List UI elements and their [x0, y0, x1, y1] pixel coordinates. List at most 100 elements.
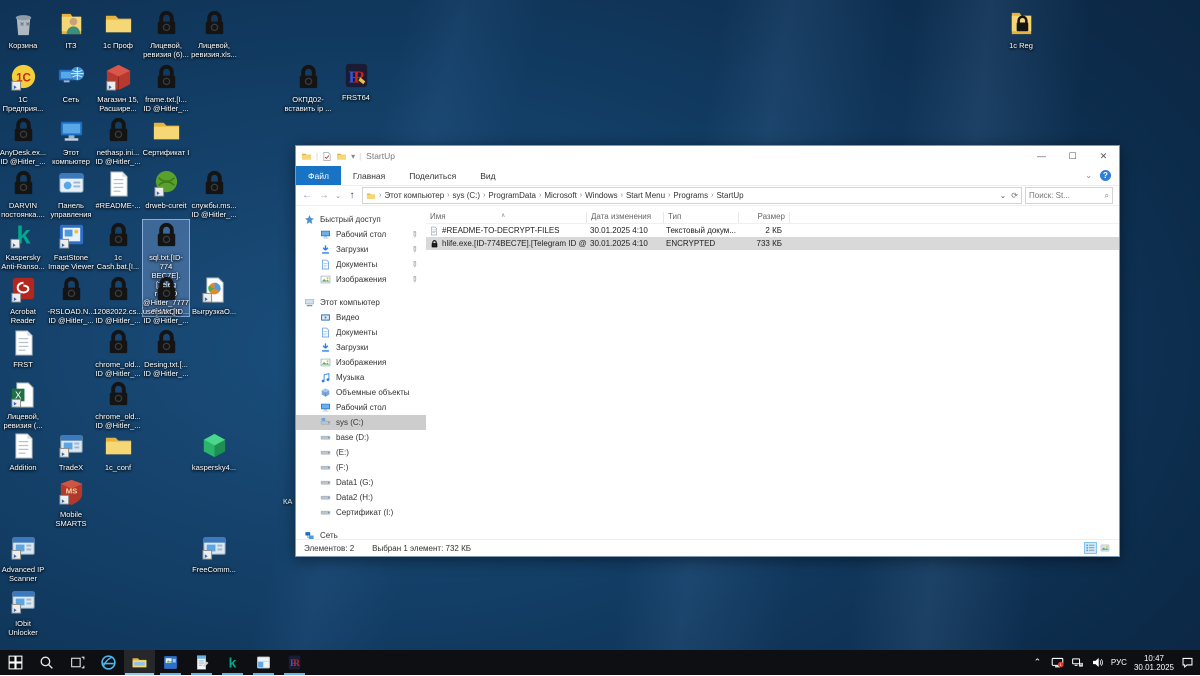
desktop-icon[interactable]: 1с Cash.bat.[I... — [95, 220, 141, 271]
desktop-icon[interactable]: ВыгрузкаО... — [191, 274, 237, 316]
nav-item-рабочий-стол[interactable]: Рабочий стол ✎ — [296, 227, 426, 242]
display-alert-icon[interactable]: 1 — [1051, 656, 1064, 669]
properties-button[interactable] — [322, 151, 332, 162]
breadcrumb-segment[interactable]: Этот компьютер — [384, 191, 444, 200]
desktop-icon[interactable]: Лицевой, ревизия (6)... — [143, 8, 189, 59]
desktop-icon[interactable]: 1С 1С Предприя... — [0, 62, 46, 113]
desktop-icon[interactable]: frame.txt.[I... ID @Hitler_... — [143, 62, 189, 113]
desktop-icon[interactable]: 12082022.cs... ID @Hitler_... — [93, 274, 143, 325]
desktop-icon[interactable]: IObit Unlocker — [0, 586, 46, 637]
breadcrumb-segment[interactable]: ProgramData — [488, 191, 536, 200]
taskbar-kaspersky-button[interactable]: k — [217, 650, 248, 675]
action-center-icon[interactable] — [1181, 656, 1194, 669]
column-header[interactable]: Дата изменения — [587, 212, 664, 223]
nav-item-base-d-[interactable]: base (D:) — [296, 430, 426, 445]
desktop-icon[interactable]: F R FRST64 — [333, 60, 379, 102]
desktop-icon[interactable]: nethasp.ini... ID @Hitler_... — [95, 115, 141, 166]
taskbar-search-button[interactable] — [31, 650, 62, 675]
desktop-icon[interactable]: chrome_old... ID @Hitler_... — [95, 327, 141, 378]
customize-qat-button[interactable]: ▾ — [351, 152, 355, 161]
breadcrumb-segment[interactable]: Windows — [585, 191, 617, 200]
breadcrumb-segment[interactable]: Programs — [673, 191, 708, 200]
desktop-icon[interactable]: drweb-cureit — [143, 168, 189, 210]
thumbnails-view-button[interactable] — [1099, 543, 1111, 553]
expand-ribbon-icon[interactable]: ⌄ — [1085, 171, 1092, 180]
title-bar[interactable]: | ▾ | StartUp — ☐ ✕ — [296, 146, 1119, 166]
nav-item-изображения[interactable]: Изображения — [296, 355, 426, 370]
language-indicator[interactable]: РУС — [1111, 658, 1127, 667]
taskbar-frst-button[interactable]: FR — [279, 650, 310, 675]
desktop-icon[interactable]: chrome_old... ID @Hitler_... — [95, 379, 141, 430]
desktop-icon[interactable]: AnyDesk.ex... ID @Hitler_... — [0, 115, 46, 166]
column-header[interactable]: Размер — [739, 212, 790, 223]
minimize-button[interactable]: — — [1026, 146, 1057, 166]
breadcrumb-segment[interactable]: Start Menu — [626, 191, 665, 200]
desktop-icon[interactable]: #README-... — [95, 168, 141, 210]
help-icon[interactable]: ? — [1100, 170, 1111, 181]
taskbar-file-explorer-button[interactable] — [124, 650, 155, 675]
desktop-icon[interactable]: MS Mobile SMARTS — [48, 477, 94, 528]
desktop-icon[interactable]: X Лицевой, ревизия (... — [0, 379, 46, 430]
desktop-icon[interactable]: DARVIN постоянка.... — [0, 168, 46, 219]
network-icon[interactable] — [1071, 656, 1084, 669]
ribbon-tab[interactable]: Главная — [341, 166, 397, 185]
new-folder-button[interactable] — [336, 151, 347, 162]
taskbar-file-commander-button[interactable] — [248, 650, 279, 675]
desktop-icon[interactable]: службы.ms... ID @Hitler_... — [191, 168, 237, 219]
address-dropdown-icon[interactable]: ⌄ — [1000, 191, 1007, 200]
refresh-icon[interactable]: ⟳ — [1011, 191, 1018, 200]
desktop-icon[interactable]: Лицевой, ревизия.xls... — [191, 8, 237, 59]
breadcrumb-segment[interactable]: Microsoft — [544, 191, 576, 200]
desktop-icon[interactable]: FRST — [0, 327, 46, 369]
desktop-icon[interactable]: Корзина — [0, 8, 46, 50]
nav-item-sys-c-[interactable]: sys (C:) — [296, 415, 426, 430]
recent-locations-icon[interactable]: ⌄ — [334, 192, 342, 200]
close-button[interactable]: ✕ — [1088, 146, 1119, 166]
taskbar-notepad-button[interactable] — [186, 650, 217, 675]
nav-item-видео[interactable]: Видео — [296, 310, 426, 325]
column-header[interactable]: Имя ∧ — [426, 212, 587, 223]
file-row[interactable]: hlife.exe.[ID-774BEC7E].[Telegram ID @Hi… — [426, 237, 1119, 250]
nav-item-сертификат-i-[interactable]: Сертификат (I:) — [296, 505, 426, 520]
hidden-icons-chevron[interactable]: ⌃ — [1031, 656, 1044, 669]
desktop-icon[interactable]: Advanced IP Scanner — [0, 532, 46, 583]
desktop-icon[interactable]: Магазин 15, Расшире... — [95, 62, 141, 113]
desktop-icon[interactable]: Панель управления — [48, 168, 94, 219]
desktop-icon[interactable]: FreeComm... — [191, 532, 237, 574]
volume-icon[interactable] — [1091, 656, 1104, 669]
desktop-icon[interactable]: Addition — [0, 430, 46, 472]
breadcrumb-segment[interactable]: sys (C:) — [453, 191, 481, 200]
up-button[interactable]: ↑ — [345, 190, 359, 201]
nav-item-документы[interactable]: Документы — [296, 325, 426, 340]
breadcrumb-segment[interactable]: StartUp — [716, 191, 743, 200]
desktop-icon[interactable]: Desing.txt.[... ID @Hitler_... — [143, 327, 189, 378]
desktop-icon[interactable]: k Kaspersky Anti-Ranso... — [0, 220, 46, 271]
taskbar-start-button[interactable] — [0, 650, 31, 675]
file-row[interactable]: #README-TO-DECRYPT-FILES 30.01.2025 4:10 Т… — [426, 224, 1119, 237]
desktop-icon[interactable]: users.txt.[ID... ID @Hitler_... — [143, 274, 189, 325]
clock[interactable]: 10:47 30.01.2025 — [1134, 654, 1174, 672]
desktop-icon[interactable]: ОКПД02- вставить ip ... — [285, 62, 331, 113]
nav-item--f-[interactable]: (F:) — [296, 460, 426, 475]
ribbon-tab[interactable]: Файл — [296, 166, 341, 185]
address-bar[interactable]: › Этот компьютер › sys (C:) › ProgramData › Mic… — [362, 187, 1022, 204]
column-header[interactable]: Тип — [664, 212, 739, 223]
details-view-button[interactable] — [1084, 542, 1097, 554]
nav-item-загрузки[interactable]: Загрузки — [296, 340, 426, 355]
desktop-icon[interactable]: 1с Проф — [95, 8, 141, 50]
nav-item-этот-компьютер[interactable]: Этот компьютер — [296, 295, 426, 310]
ribbon-tab[interactable]: Поделиться — [397, 166, 468, 185]
nav-item-изображения[interactable]: Изображения ✎ — [296, 272, 426, 287]
nav-item-объемные-объекты[interactable]: Объемные объекты — [296, 385, 426, 400]
nav-item-data1-g-[interactable]: Data1 (G:) — [296, 475, 426, 490]
nav-item-загрузки[interactable]: Загрузки ✎ — [296, 242, 426, 257]
desktop-icon[interactable]: Сертификат I — [143, 115, 189, 157]
nav-item-документы[interactable]: Документы ✎ — [296, 257, 426, 272]
search-input[interactable]: Поиск: St... ⌕ — [1025, 187, 1113, 204]
nav-item-data2-h-[interactable]: Data2 (H:) — [296, 490, 426, 505]
nav-item-рабочий-стол[interactable]: Рабочий стол — [296, 400, 426, 415]
taskbar-internet-explorer-button[interactable] — [93, 650, 124, 675]
nav-item-музыка[interactable]: Музыка — [296, 370, 426, 385]
nav-item--e-[interactable]: (E:) — [296, 445, 426, 460]
back-button[interactable]: ← — [300, 190, 314, 201]
